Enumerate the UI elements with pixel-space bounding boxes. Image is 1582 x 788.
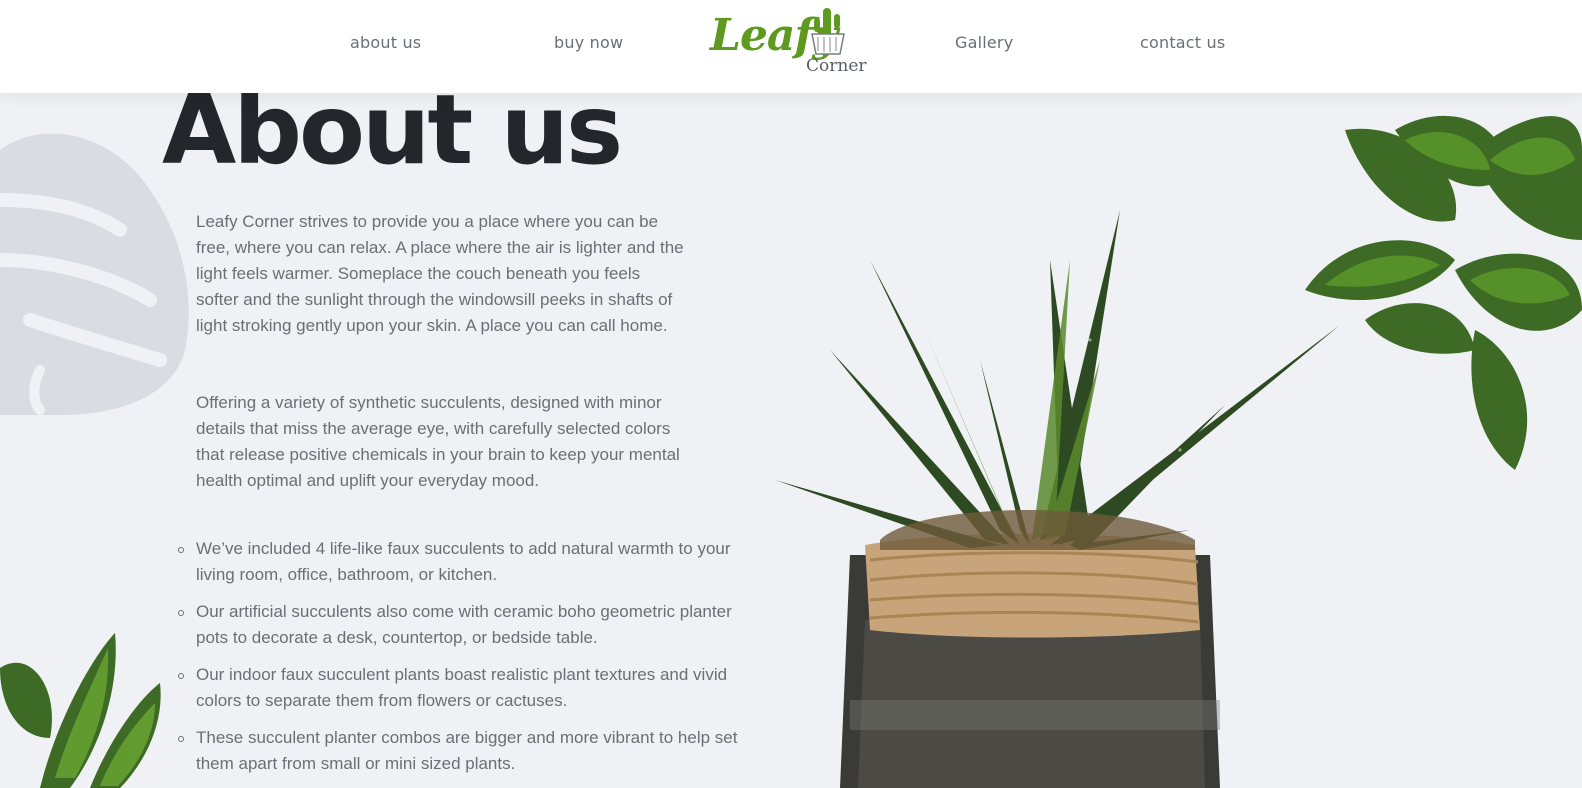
list-item: These succulent planter combos are bigge… (178, 725, 756, 777)
list-item: We’ve included 4 life-like faux succulen… (178, 536, 756, 588)
nav-contact-us[interactable]: contact us (1140, 33, 1225, 52)
nav-gallery[interactable]: Gallery (955, 33, 1013, 52)
list-item: Our artificial succulents also come with… (178, 599, 756, 651)
cactus-pot-icon (811, 8, 845, 55)
feature-list: We’ve included 4 life-like faux succulen… (178, 536, 756, 788)
offering-paragraph: Offering a variety of synthetic succulen… (196, 393, 680, 490)
logo-subtitle: Corner (806, 56, 867, 76)
list-item: Our indoor faux succulent plants boast r… (178, 662, 756, 714)
succulent-jar-image (775, 210, 1340, 788)
leaves-decoration-bottom (0, 633, 161, 788)
leaves-decoration-right (1305, 115, 1582, 470)
leafy-corner-logo[interactable]: Leafy Corner (708, 6, 867, 82)
page-title: About us (162, 74, 623, 186)
intro-paragraph: Leafy Corner strives to provide you a pl… (196, 212, 684, 335)
site-header: about us buy now Leafy Corner Gallery co… (0, 0, 1582, 93)
nav-about-us[interactable]: about us (350, 33, 421, 52)
nav-buy-now[interactable]: buy now (554, 33, 623, 52)
